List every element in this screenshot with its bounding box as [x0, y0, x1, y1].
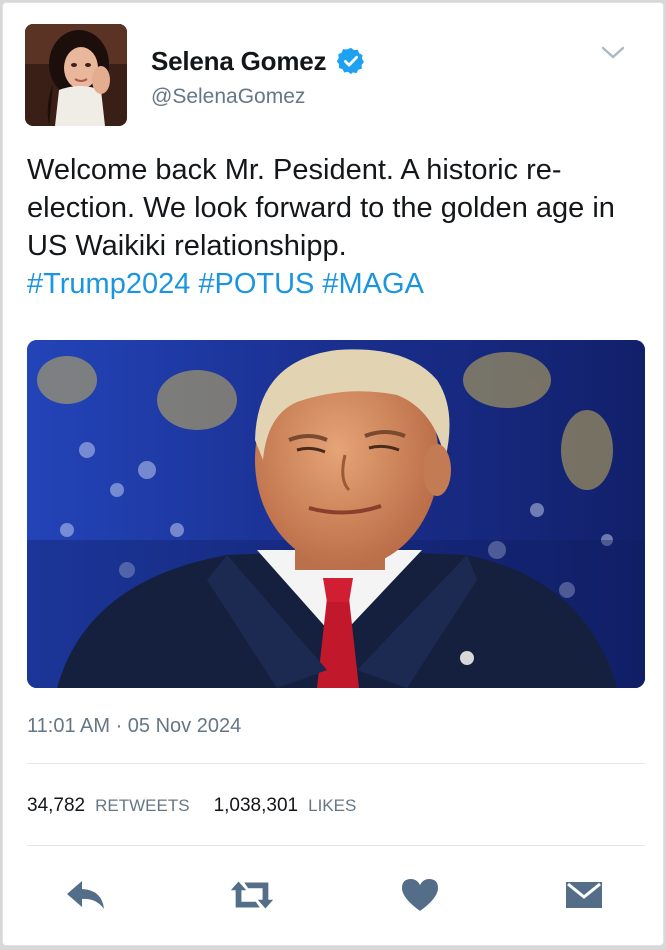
hashtag-link[interactable]: #MAGA [322, 268, 424, 300]
retweet-icon[interactable] [227, 873, 277, 917]
chevron-down-icon[interactable] [599, 41, 627, 65]
divider [27, 845, 645, 846]
heart-icon[interactable] [395, 873, 445, 917]
like-count[interactable]: 1,038,301 [214, 795, 299, 817]
avatar[interactable] [25, 24, 127, 126]
user-handle[interactable]: @SelenaGomez [151, 85, 305, 109]
tweet-card: Selena Gomez @SelenaGomez Welcome back M… [2, 2, 664, 946]
hashtags: #Trump2024 #POTUS #MAGA [27, 265, 432, 303]
message-icon[interactable] [559, 873, 609, 917]
reply-icon[interactable] [61, 873, 111, 917]
retweet-count[interactable]: 34,782 [27, 795, 85, 817]
hashtag-link[interactable]: #Trump2024 [27, 268, 190, 300]
retweet-label[interactable]: RETWEETS [95, 796, 189, 816]
tweet-timestamp[interactable]: 11:01 AM · 05 Nov 2024 [27, 715, 241, 738]
tweet-text: Welcome back Mr. Pesident. A historic re… [27, 154, 615, 262]
like-label[interactable]: LIKES [308, 796, 356, 816]
name-row: Selena Gomez [151, 45, 366, 77]
action-bar [3, 865, 665, 925]
hashtag-link[interactable]: #POTUS [198, 268, 314, 300]
display-name[interactable]: Selena Gomez [151, 46, 327, 77]
divider [27, 763, 645, 764]
verified-badge-icon [336, 46, 366, 76]
tweet-photo[interactable] [27, 340, 645, 688]
tweet-stats: 34,782 RETWEETS 1,038,301 LIKES [27, 795, 380, 817]
